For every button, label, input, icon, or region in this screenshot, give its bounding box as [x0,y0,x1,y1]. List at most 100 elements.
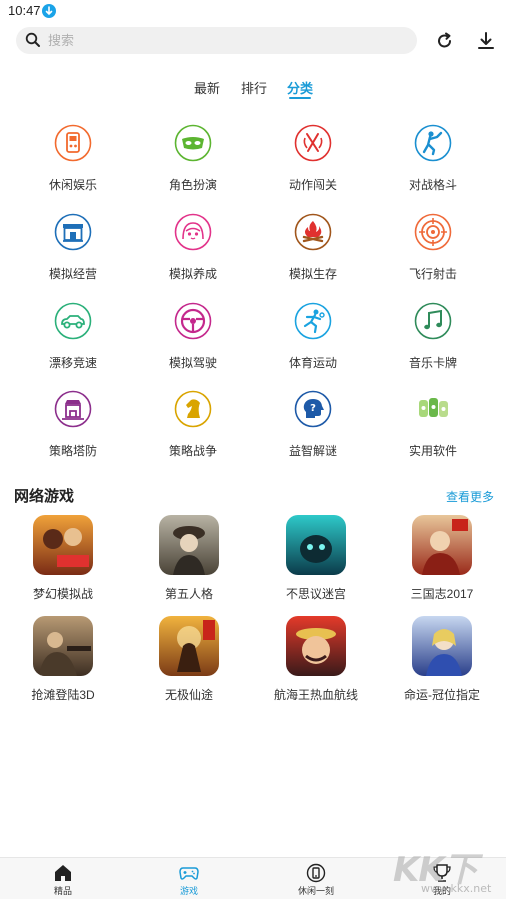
refresh-icon[interactable] [435,31,455,51]
search-icon [25,32,40,47]
game-thumbnail [286,515,346,575]
category-label: 动作闯关 [288,178,337,192]
category-raising-sim[interactable]: 模拟养成 [133,213,253,293]
game-name: 第五人格 [164,587,213,601]
game-thumbnail [33,616,93,676]
category-fighting[interactable]: 对战格斗 [373,124,493,204]
category-tower-defense[interactable]: 策略塔防 [13,390,133,470]
gamepad-icon [179,867,199,880]
sword-icon [294,124,332,162]
game-thumbnail [286,616,346,676]
shop-icon [54,213,92,251]
category-label: 音乐卡牌 [408,356,457,370]
game-item[interactable]: 命运-冠位指定 [382,616,502,706]
game-thumbnail [159,515,219,575]
game-name: 命运-冠位指定 [404,688,480,702]
category-driving-sim[interactable]: 模拟驾驶 [133,302,253,382]
nav-mine[interactable]: 我的 [392,858,492,899]
athlete-icon [294,302,332,340]
tower-icon [54,390,92,428]
status-time: 10:47 [8,3,41,18]
game-item[interactable]: 梦幻模拟战 [3,515,123,605]
game-thumbnail [412,515,472,575]
category-label: 模拟养成 [168,267,217,281]
category-puzzle[interactable]: ? 益智解谜 [253,390,373,470]
chess-knight-icon [174,390,212,428]
target-icon [414,213,452,251]
nav-games[interactable]: 游戏 [139,858,239,899]
game-item[interactable]: 无极仙途 [129,616,249,706]
game-thumbnail [412,616,472,676]
game-name: 不思议迷宫 [285,587,346,601]
game-name: 梦幻模拟战 [32,587,93,601]
tab-ranking[interactable]: 排行 [241,78,267,97]
active-tab-indicator [289,97,311,99]
status-bar: 10:47 [0,0,506,22]
category-shooter[interactable]: 飞行射击 [373,213,493,293]
download-icon[interactable] [476,31,496,51]
music-note-icon [414,302,452,340]
category-casual[interactable]: 休闲娱乐 [13,124,133,204]
category-utility[interactable]: 实用软件 [373,390,493,470]
game-item[interactable]: 抢滩登陆3D [3,616,123,706]
game-item[interactable]: 三国志2017 [382,515,502,605]
game-name: 航海王热血航线 [273,688,358,702]
svg-text:?: ? [310,403,316,414]
category-label: 益智解谜 [288,444,337,458]
nav-label: 休闲一刻 [297,886,334,896]
category-label: 角色扮演 [168,178,217,192]
category-label: 漂移竞速 [48,356,97,370]
game-item[interactable]: 航海王热血航线 [256,616,376,706]
mask-icon [174,124,212,162]
nav-label: 精品 [53,886,72,896]
gamepad-icon [54,124,92,162]
category-label: 模拟生存 [288,267,337,281]
category-sports[interactable]: 体育运动 [253,302,373,382]
phone-icon [306,863,326,883]
category-racing[interactable]: 漂移竞速 [13,302,133,382]
category-rpg[interactable]: 角色扮演 [133,124,253,204]
steering-wheel-icon [174,302,212,340]
category-music-cards[interactable]: 音乐卡牌 [373,302,493,382]
game-name: 抢滩登陆3D [31,688,95,702]
car-icon [54,302,92,340]
tab-latest[interactable]: 最新 [194,78,220,97]
game-thumbnail [33,515,93,575]
nav-leisure[interactable]: 休闲一刻 [266,858,366,899]
category-label: 体育运动 [288,356,337,370]
category-survival-sim[interactable]: 模拟生存 [253,213,373,293]
campfire-icon [294,213,332,251]
category-label: 策略战争 [168,444,217,458]
category-label: 实用软件 [408,444,457,458]
category-action[interactable]: 动作闯关 [253,124,373,204]
game-item[interactable]: 第五人格 [129,515,249,605]
category-label: 飞行射击 [408,267,457,281]
puzzle-head-icon: ? [294,390,332,428]
category-tabs: 最新 排行 分类 [0,78,506,102]
game-name: 三国志2017 [410,587,474,601]
tab-categories[interactable]: 分类 [287,78,313,97]
category-label: 模拟经营 [48,267,97,281]
nav-featured[interactable]: 精品 [13,858,113,899]
tool-icon [419,398,448,417]
game-name: 无极仙途 [164,688,213,702]
section-title: 网络游戏 [14,488,75,505]
view-more-link[interactable]: 查看更多 [446,488,494,505]
nav-label: 我的 [432,886,451,896]
nav-label: 游戏 [179,886,198,896]
game-item[interactable]: 不思议迷宫 [256,515,376,605]
search-bar[interactable] [16,27,417,54]
category-label: 对战格斗 [408,178,457,192]
download-status-icon [42,4,56,18]
home-icon [55,865,71,881]
category-label: 模拟驾驶 [168,356,217,370]
girl-icon [174,213,212,251]
search-input[interactable] [48,27,408,54]
category-business-sim[interactable]: 模拟经营 [13,213,133,293]
category-label: 休闲娱乐 [48,178,97,192]
trophy-icon [433,864,451,882]
category-strategy-war[interactable]: 策略战争 [133,390,253,470]
category-label: 策略塔防 [48,444,97,458]
fighter-icon [414,124,452,162]
bottom-nav: 精品 游戏 休闲一刻 我的 [0,857,506,899]
